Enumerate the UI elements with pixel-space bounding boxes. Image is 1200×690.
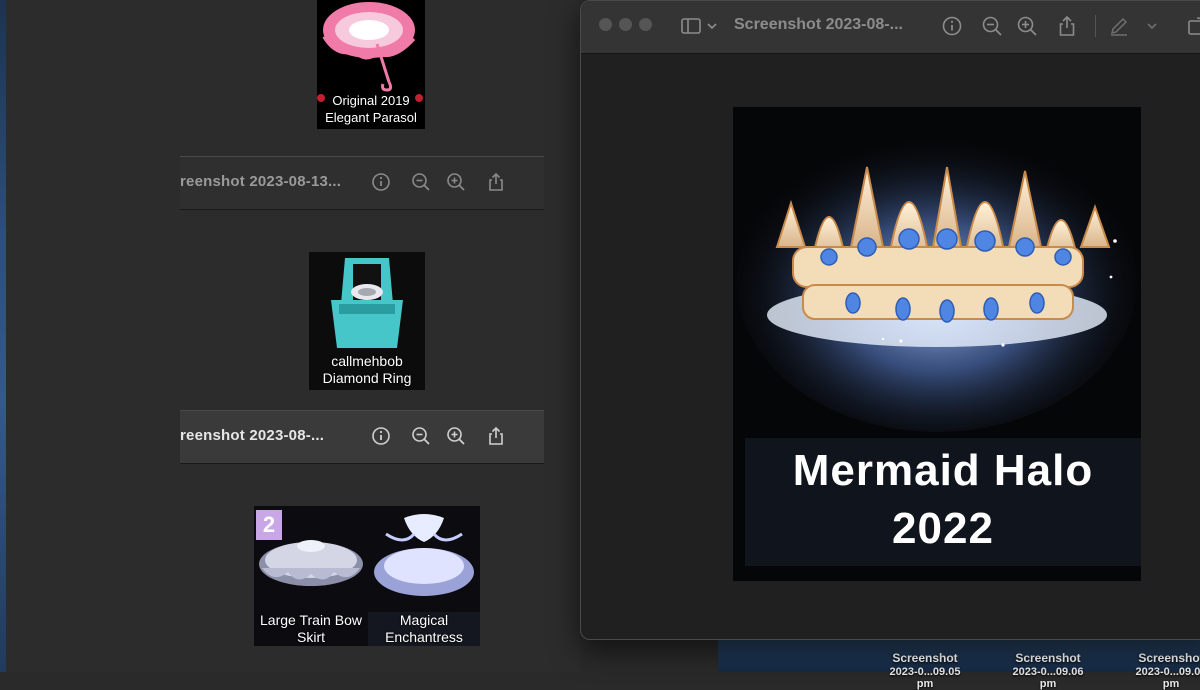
desktop-file-subtitle: 2023-0...09.06 pm	[1012, 666, 1084, 690]
zoom-out-icon[interactable]	[980, 14, 1004, 38]
zoom-button[interactable]	[639, 18, 652, 31]
window-title: Screenshot 2023-08-...	[734, 16, 903, 33]
thumbnail-caption-line1: callmehbob	[331, 353, 403, 369]
markup-chevron-down-icon[interactable]	[1145, 14, 1159, 38]
thumbnail-caption-line1: Large Train Bow	[260, 612, 362, 628]
ring-thumbnail[interactable]: callmehbob Diamond Ring	[309, 252, 425, 390]
markup-pen-icon[interactable]	[1107, 14, 1131, 38]
info-icon[interactable]	[940, 14, 964, 38]
preview-toolbar-strip[interactable]: reenshot 2023-08-13...	[180, 156, 544, 210]
desktop-file-subtitle: 2023-0...09.07 pm	[1135, 666, 1200, 690]
item-name-caption: Mermaid Halo 2022	[745, 438, 1141, 566]
caption-line2: 2022	[892, 504, 994, 553]
info-icon[interactable]	[370, 171, 392, 193]
thumbnail-caption-line1: Magical	[399, 612, 449, 628]
back-preview-window[interactable]: Original 2019 Elegant Parasol reenshot 2…	[6, 0, 580, 672]
zoom-in-icon[interactable]	[1015, 14, 1039, 38]
share-icon[interactable]	[485, 425, 507, 447]
item-count-badge: 2	[262, 512, 276, 537]
close-button[interactable]	[599, 18, 612, 31]
thumbnail-caption-line2: Skirt	[297, 629, 325, 645]
thumbnail-caption-line2: Diamond Ring	[322, 370, 412, 386]
front-preview-window[interactable]: Screenshot 2023-08-... Mermaid Halo 2022	[580, 0, 1200, 640]
mermaid-halo-image: Mermaid Halo 2022	[733, 107, 1141, 581]
desktop-file-label[interactable]: Screenshot 2023-0...09.06 pm	[1003, 651, 1093, 690]
strip-title: reenshot 2023-08-...	[180, 427, 325, 444]
thumbnail-caption-line2: Elegant Parasol	[325, 110, 417, 125]
desktop-file-title: Screenshot	[1138, 651, 1200, 665]
window-titlebar[interactable]: Screenshot 2023-08-...	[581, 1, 1200, 54]
parasol-thumbnail[interactable]: Original 2019 Elegant Parasol	[317, 0, 425, 129]
sidebar-icon[interactable]	[679, 14, 703, 38]
caption-line1: Mermaid Halo	[792, 446, 1094, 495]
toolbar-divider	[1095, 15, 1096, 37]
desktop-file-label[interactable]: Screenshot 2023-0...09.07 pm	[1126, 651, 1200, 690]
zoom-in-icon[interactable]	[445, 171, 467, 193]
rotate-icon[interactable]	[1185, 14, 1200, 38]
zoom-out-icon[interactable]	[410, 425, 432, 447]
preview-toolbar-strip[interactable]: reenshot 2023-08-...	[180, 410, 544, 464]
desktop-file-title: Screenshot	[892, 651, 958, 665]
desktop-file-subtitle: 2023-0...09.05 pm	[889, 666, 961, 690]
halo-artwork	[733, 107, 1141, 437]
share-icon[interactable]	[485, 171, 507, 193]
minimize-button[interactable]	[619, 18, 632, 31]
desktop-file-label[interactable]: Screenshot 2023-0...09.05 pm	[880, 651, 970, 690]
thumbnail-caption-line1: Original 2019	[332, 93, 410, 108]
chevron-down-icon[interactable]	[705, 14, 719, 38]
desktop-file-title: Screenshot	[1015, 651, 1081, 665]
share-icon[interactable]	[1055, 14, 1079, 38]
info-icon[interactable]	[370, 425, 392, 447]
thumbnail-caption-line2: Enchantress	[385, 629, 463, 645]
zoom-in-icon[interactable]	[445, 425, 467, 447]
skirt-thumbnails[interactable]: 2 Large Train Bow Skirt Magical Enchantr…	[254, 506, 480, 646]
strip-title: reenshot 2023-08-13...	[180, 173, 342, 190]
zoom-out-icon[interactable]	[410, 171, 432, 193]
